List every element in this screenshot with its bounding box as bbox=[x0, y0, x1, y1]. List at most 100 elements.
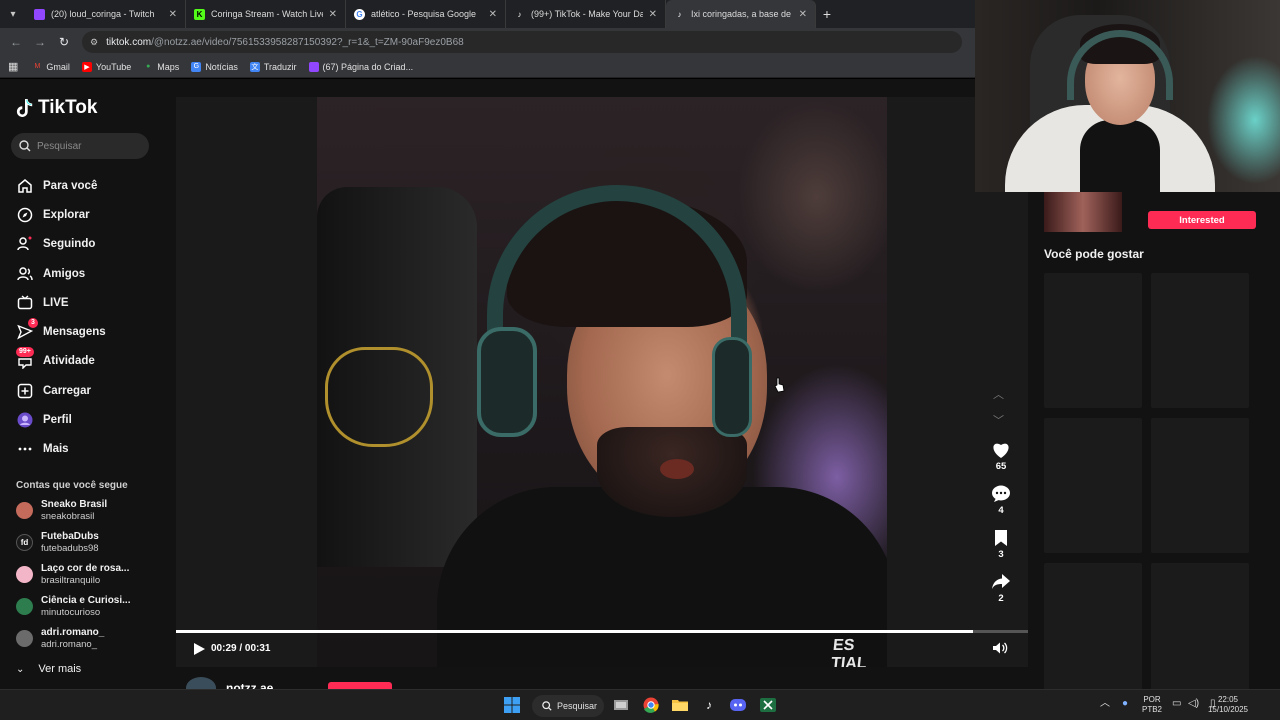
ad-thumbnail[interactable] bbox=[1044, 192, 1122, 232]
bookmark-button[interactable]: 3 bbox=[988, 529, 1014, 573]
bookmark-news[interactable]: G Notícias bbox=[191, 61, 238, 72]
sidebar-item-atividade[interactable]: 99+ Atividade bbox=[16, 346, 106, 376]
time-display: 00:29 / 00:31 bbox=[211, 643, 271, 654]
tiktok-icon: ♪ bbox=[677, 9, 682, 19]
home-icon bbox=[16, 177, 33, 194]
back-icon[interactable]: ← bbox=[4, 35, 28, 49]
sidebar-item-perfil[interactable]: Perfil bbox=[16, 405, 106, 434]
chair-logo bbox=[325, 347, 433, 447]
bookmark-maps[interactable]: ● Maps bbox=[143, 62, 179, 72]
bookmark-translate[interactable]: 文 Traduzir bbox=[249, 61, 297, 72]
discord-icon[interactable] bbox=[729, 697, 747, 713]
interested-button[interactable]: Interested bbox=[1148, 211, 1256, 229]
following-section-title: Contas que você segue bbox=[16, 480, 128, 491]
see-more-link[interactable]: ⌄ Ver mais bbox=[16, 663, 81, 675]
close-tab-icon[interactable]: ✕ bbox=[169, 9, 177, 20]
sidebar-item-carregar[interactable]: Carregar bbox=[16, 376, 106, 405]
tiktok-icon: ♪ bbox=[517, 9, 522, 19]
progress-bar[interactable] bbox=[176, 630, 1028, 633]
bookmark-icon bbox=[995, 530, 1007, 546]
sidebar-item-seguindo[interactable]: Seguindo bbox=[16, 230, 106, 259]
comment-button[interactable]: 4 bbox=[988, 485, 1014, 529]
site-info-icon[interactable]: ⚙ bbox=[90, 37, 98, 48]
sidebar-item-mais[interactable]: Mais bbox=[16, 435, 106, 464]
volume-button[interactable] bbox=[992, 641, 1008, 660]
address-bar[interactable]: ⚙ tiktok.com /@notzz.ae/video/7561533958… bbox=[82, 31, 962, 53]
tab-google[interactable]: G atlético - Pesquisa Google ✕ bbox=[346, 0, 506, 28]
previous-video-button[interactable]: ︿ bbox=[993, 386, 1004, 402]
forward-icon[interactable]: → bbox=[28, 35, 52, 49]
play-button[interactable] bbox=[192, 642, 206, 661]
recommended-video-thumbnail[interactable] bbox=[1044, 563, 1142, 698]
microphone-icon[interactable]: ● bbox=[1122, 699, 1128, 709]
following-icon bbox=[16, 236, 33, 253]
tiktok-app-icon[interactable]: ♪ bbox=[700, 697, 718, 713]
heart-icon bbox=[993, 443, 1009, 458]
avatar bbox=[16, 502, 33, 519]
tab-search-icon[interactable]: ▾ bbox=[0, 0, 26, 28]
recommended-video-thumbnail[interactable] bbox=[1044, 273, 1142, 408]
following-account[interactable]: Sneako Brasil sneakobrasil bbox=[16, 499, 107, 522]
taskbar-search[interactable]: Pesquisar bbox=[532, 695, 604, 717]
close-tab-icon[interactable]: ✕ bbox=[649, 9, 657, 20]
search-input[interactable]: Pesquisar bbox=[11, 133, 149, 159]
file-explorer-icon[interactable] bbox=[671, 697, 689, 713]
comment-icon bbox=[992, 485, 1010, 502]
tab-tiktok-video[interactable]: ♪ Ixi coringadas, a base de salsicha ✕ bbox=[666, 0, 816, 28]
close-tab-icon[interactable]: ✕ bbox=[489, 9, 497, 20]
profile-avatar bbox=[16, 412, 33, 429]
like-count: 65 bbox=[995, 461, 1007, 472]
sidebar-item-mensagens[interactable]: 3 Mensagens bbox=[16, 317, 106, 346]
like-button[interactable]: 65 bbox=[988, 441, 1014, 485]
reload-icon[interactable]: ↻ bbox=[52, 35, 76, 49]
speaker-icon[interactable]: ◁) bbox=[1188, 699, 1199, 709]
video-player[interactable]: ES TIAL 00:29 / 00:31 bbox=[176, 97, 1028, 667]
kick-icon: K bbox=[194, 8, 205, 20]
recommended-video-thumbnail[interactable] bbox=[1151, 563, 1249, 698]
recommended-video-thumbnail[interactable] bbox=[1151, 273, 1249, 408]
video-frame[interactable]: ES TIAL bbox=[317, 97, 887, 667]
sidebar-item-live[interactable]: LIVE bbox=[16, 288, 106, 317]
share-button[interactable]: 2 bbox=[988, 573, 1014, 617]
network-icon[interactable]: ▭ bbox=[1172, 699, 1181, 709]
google-icon: G bbox=[354, 8, 365, 20]
tab-twitch[interactable]: (20) loud_coringa - Twitch ✕ bbox=[26, 0, 186, 28]
clock[interactable]: 22:05 15/10/2025 bbox=[1204, 695, 1252, 715]
following-account[interactable]: Ciência e Curiosi... minutocurioso bbox=[16, 595, 130, 618]
tray-chevron-icon[interactable]: ︿ bbox=[1100, 699, 1110, 709]
task-view-icon[interactable] bbox=[612, 697, 630, 713]
sidebar: TikTok Pesquisar Para você Explorar Segu… bbox=[0, 79, 176, 689]
new-tab-button[interactable]: + bbox=[816, 0, 838, 28]
apps-grid-icon[interactable]: ▦ bbox=[8, 60, 18, 73]
close-tab-icon[interactable]: ✕ bbox=[799, 9, 807, 20]
recommended-video-thumbnail[interactable] bbox=[1044, 418, 1142, 553]
excel-icon[interactable] bbox=[759, 697, 777, 713]
following-account[interactable]: adri.romano_ adri.romano_ bbox=[16, 627, 104, 650]
tiktok-logo-icon bbox=[16, 99, 33, 117]
bookmark-creator-page[interactable]: (67) Página do Criad... bbox=[308, 61, 413, 72]
following-account[interactable]: fd FutebaDubs futebadubs98 bbox=[16, 531, 99, 554]
language-indicator[interactable]: POR PTB2 bbox=[1142, 695, 1162, 715]
follow-button[interactable] bbox=[328, 682, 392, 689]
close-tab-icon[interactable]: ✕ bbox=[329, 9, 337, 20]
avatar: fd bbox=[16, 534, 33, 551]
tab-kick[interactable]: K Coringa Stream - Watch Live on ✕ bbox=[186, 0, 346, 28]
recommended-video-thumbnail[interactable] bbox=[1151, 418, 1249, 553]
gmail-icon: M bbox=[34, 63, 41, 70]
sidebar-item-para-voce[interactable]: Para você bbox=[16, 171, 106, 200]
following-account[interactable]: Laço cor de rosa... brasiltranquilo bbox=[16, 563, 129, 586]
sidebar-item-explorar[interactable]: Explorar bbox=[16, 200, 106, 229]
tiktok-logo[interactable]: TikTok bbox=[16, 97, 97, 119]
translate-icon: 文 bbox=[249, 61, 260, 72]
tab-tiktok-home[interactable]: ♪ (99+) TikTok - Make Your Day ✕ bbox=[506, 0, 666, 28]
chrome-icon[interactable] bbox=[642, 697, 660, 713]
tab-title: atlético - Pesquisa Google bbox=[371, 9, 477, 19]
search-icon bbox=[542, 701, 552, 711]
live-icon bbox=[16, 294, 33, 311]
bookmark-gmail[interactable]: M Gmail bbox=[32, 62, 69, 72]
sidebar-item-amigos[interactable]: Amigos bbox=[16, 259, 106, 288]
windows-start-icon[interactable] bbox=[503, 697, 521, 713]
bookmark-youtube[interactable]: ▶ YouTube bbox=[81, 61, 131, 72]
progress-fill bbox=[176, 630, 973, 633]
next-video-button[interactable]: ﹀ bbox=[993, 412, 1004, 428]
